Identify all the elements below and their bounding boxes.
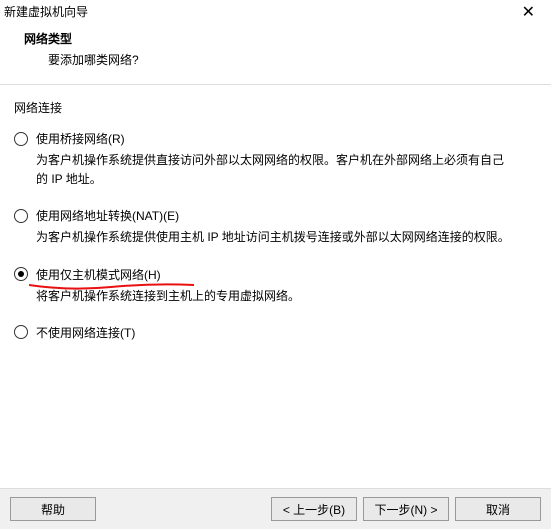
option-bridged[interactable]: 使用桥接网络(R) 为客户机操作系统提供直接访问外部以太网网络的权限。客户机在外…: [14, 130, 537, 189]
option-hostonly-label: 使用仅主机模式网络(H): [36, 266, 161, 283]
back-button[interactable]: < 上一步(B): [271, 497, 357, 521]
radio-hostonly[interactable]: [14, 267, 28, 281]
option-none[interactable]: 不使用网络连接(T): [14, 324, 537, 341]
footer: 帮助 < 上一步(B) 下一步(N) > 取消: [0, 488, 551, 529]
next-button[interactable]: 下一步(N) >: [363, 497, 449, 521]
option-nat-desc: 为客户机操作系统提供使用主机 IP 地址访问主机拨号连接或外部以太网网络连接的权…: [14, 228, 514, 247]
help-button[interactable]: 帮助: [10, 497, 96, 521]
cancel-button[interactable]: 取消: [455, 497, 541, 521]
window-title: 新建虚拟机向导: [4, 3, 88, 20]
option-nat[interactable]: 使用网络地址转换(NAT)(E) 为客户机操作系统提供使用主机 IP 地址访问主…: [14, 207, 537, 247]
group-label: 网络连接: [14, 99, 537, 116]
option-bridged-label: 使用桥接网络(R): [36, 130, 125, 147]
radio-bridged[interactable]: [14, 132, 28, 146]
radio-none[interactable]: [14, 325, 28, 339]
page-title: 网络类型: [24, 30, 551, 47]
wizard-header: 网络类型 要添加哪类网络?: [0, 24, 551, 78]
radio-nat[interactable]: [14, 209, 28, 223]
option-nat-label: 使用网络地址转换(NAT)(E): [36, 207, 179, 224]
option-hostonly-desc: 将客户机操作系统连接到主机上的专用虚拟网络。: [14, 287, 514, 306]
close-icon[interactable]: ✕: [512, 3, 545, 23]
content-area: 网络连接 使用桥接网络(R) 为客户机操作系统提供直接访问外部以太网网络的权限。…: [0, 85, 551, 341]
page-subtitle: 要添加哪类网络?: [24, 51, 551, 68]
option-none-label: 不使用网络连接(T): [36, 324, 135, 341]
option-hostonly[interactable]: 使用仅主机模式网络(H) 将客户机操作系统连接到主机上的专用虚拟网络。: [14, 266, 537, 306]
titlebar: 新建虚拟机向导 ✕: [0, 0, 551, 24]
option-bridged-desc: 为客户机操作系统提供直接访问外部以太网网络的权限。客户机在外部网络上必须有自己的…: [14, 151, 514, 189]
